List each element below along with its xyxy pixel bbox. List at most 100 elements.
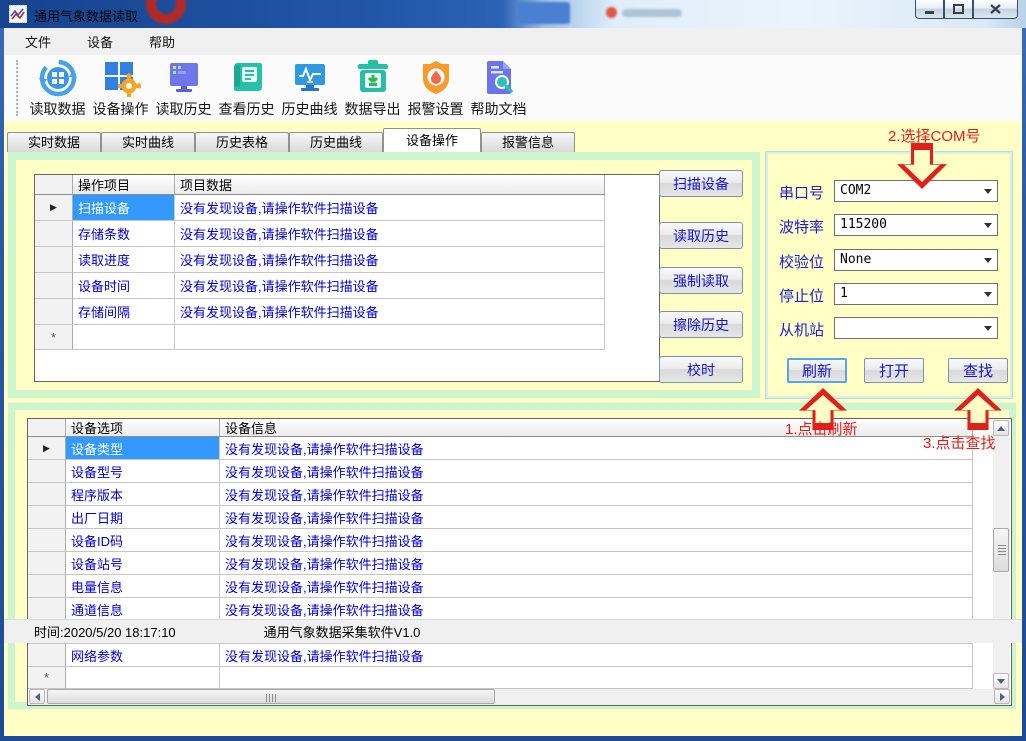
vertical-scrollbar[interactable] bbox=[993, 420, 1010, 689]
vertical-scroll-thumb[interactable] bbox=[993, 528, 1009, 572]
toolbar-button-读取数据[interactable]: 读取数据 bbox=[26, 58, 89, 119]
row-header-cell[interactable]: ▶ bbox=[28, 437, 66, 460]
table-row[interactable]: 存储条数没有发现设备,请操作软件扫描设备 bbox=[35, 221, 659, 247]
table-cell[interactable]: 没有发现设备,请操作软件扫描设备 bbox=[220, 598, 973, 621]
table-cell[interactable]: 没有发现设备,请操作软件扫描设备 bbox=[220, 575, 973, 598]
table-row[interactable]: 读取进度没有发现设备,请操作软件扫描设备 bbox=[35, 247, 659, 273]
table-cell[interactable]: 没有发现设备,请操作软件扫描设备 bbox=[220, 506, 973, 529]
combo-从机站[interactable] bbox=[834, 317, 998, 339]
menu-item-文件[interactable]: 文件 bbox=[18, 29, 58, 54]
action-button-强制读取[interactable]: 强制读取 bbox=[659, 267, 743, 294]
row-header-cell[interactable]: * bbox=[28, 667, 66, 689]
table-cell[interactable] bbox=[175, 325, 605, 350]
menu-item-帮助[interactable]: 帮助 bbox=[142, 29, 182, 54]
column-header-设备选项[interactable]: 设备选项 bbox=[66, 419, 220, 437]
row-header-cell[interactable] bbox=[28, 644, 66, 667]
table-cell[interactable]: 程序版本 bbox=[66, 483, 220, 506]
row-header-cell[interactable] bbox=[35, 221, 73, 247]
table-row[interactable]: ▶扫描设备没有发现设备,请操作软件扫描设备 bbox=[35, 195, 659, 221]
column-header-项目数据[interactable]: 项目数据 bbox=[175, 175, 605, 195]
table-cell[interactable]: 没有发现设备,请操作软件扫描设备 bbox=[220, 529, 973, 552]
horizontal-scrollbar[interactable] bbox=[29, 689, 1010, 705]
tab-实时曲线[interactable]: 实时曲线 bbox=[101, 132, 195, 152]
table-cell[interactable]: 设备类型 bbox=[66, 437, 220, 460]
table-cell[interactable]: 没有发现设备,请操作软件扫描设备 bbox=[220, 437, 973, 460]
table-row[interactable]: 设备型号没有发现设备,请操作软件扫描设备 bbox=[28, 460, 1011, 483]
toolbar-grip-icon[interactable] bbox=[16, 60, 20, 116]
action-button-扫描设备[interactable]: 扫描设备 bbox=[659, 170, 743, 197]
table-row[interactable]: 程序版本没有发现设备,请操作软件扫描设备 bbox=[28, 483, 1011, 506]
maximize-button[interactable] bbox=[944, 0, 973, 19]
row-header-cell[interactable]: * bbox=[35, 325, 73, 350]
table-cell[interactable]: 设备时间 bbox=[73, 273, 175, 299]
row-header-cell[interactable] bbox=[35, 299, 73, 325]
table-cell[interactable]: 没有发现设备,请操作软件扫描设备 bbox=[175, 195, 605, 221]
table-cell[interactable]: 电量信息 bbox=[66, 575, 220, 598]
tab-实时数据[interactable]: 实时数据 bbox=[7, 132, 101, 152]
grid-corner-cell[interactable] bbox=[35, 175, 73, 195]
table-cell[interactable]: 没有发现设备,请操作软件扫描设备 bbox=[220, 483, 973, 506]
table-cell[interactable]: 读取进度 bbox=[73, 247, 175, 273]
row-header-cell[interactable] bbox=[35, 247, 73, 273]
action-button-擦除历史[interactable]: 擦除历史 bbox=[659, 311, 743, 338]
table-new-row[interactable]: * bbox=[28, 667, 1011, 689]
grid-corner-cell[interactable] bbox=[28, 419, 66, 437]
table-cell[interactable]: 扫描设备 bbox=[73, 195, 175, 221]
tab-历史表格[interactable]: 历史表格 bbox=[195, 132, 289, 152]
column-header-设备信息[interactable]: 设备信息 bbox=[220, 419, 973, 437]
toolbar-button-查看历史[interactable]: 查看历史 bbox=[215, 58, 278, 119]
operation-data-grid[interactable]: 操作项目项目数据▶扫描设备没有发现设备,请操作软件扫描设备存储条数没有发现设备,… bbox=[34, 174, 660, 382]
row-header-cell[interactable] bbox=[28, 483, 66, 506]
table-row[interactable]: ▶设备类型没有发现设备,请操作软件扫描设备 bbox=[28, 437, 1011, 460]
settings-button-查找[interactable]: 查找 bbox=[948, 358, 1008, 383]
table-cell[interactable] bbox=[66, 667, 220, 689]
table-cell[interactable]: 存储条数 bbox=[73, 221, 175, 247]
table-row[interactable]: 设备时间没有发现设备,请操作软件扫描设备 bbox=[35, 273, 659, 299]
table-cell[interactable] bbox=[220, 667, 973, 689]
toolbar-button-数据导出[interactable]: 数据导出 bbox=[341, 58, 404, 119]
combo-停止位[interactable]: 1 bbox=[834, 283, 998, 305]
tab-历史曲线[interactable]: 历史曲线 bbox=[289, 132, 383, 152]
table-cell[interactable]: 通道信息 bbox=[66, 598, 220, 621]
action-button-读取历史[interactable]: 读取历史 bbox=[659, 222, 743, 249]
table-cell[interactable]: 没有发现设备,请操作软件扫描设备 bbox=[175, 247, 605, 273]
table-row[interactable]: 通道信息没有发现设备,请操作软件扫描设备 bbox=[28, 598, 1011, 621]
table-row[interactable]: 网络参数没有发现设备,请操作软件扫描设备 bbox=[28, 644, 1011, 667]
settings-button-打开[interactable]: 打开 bbox=[864, 358, 924, 383]
table-cell[interactable] bbox=[73, 325, 175, 350]
table-cell[interactable]: 没有发现设备,请操作软件扫描设备 bbox=[175, 299, 605, 325]
table-cell[interactable]: 设备ID码 bbox=[66, 529, 220, 552]
table-row[interactable]: 设备站号没有发现设备,请操作软件扫描设备 bbox=[28, 552, 1011, 575]
toolbar-button-帮助文档[interactable]: 帮助文档 bbox=[467, 58, 530, 119]
tab-设备操作[interactable]: 设备操作 bbox=[383, 128, 481, 152]
table-cell[interactable]: 出厂日期 bbox=[66, 506, 220, 529]
row-header-cell[interactable] bbox=[28, 552, 66, 575]
row-header-cell[interactable]: ▶ bbox=[35, 195, 73, 221]
row-header-cell[interactable] bbox=[28, 460, 66, 483]
row-header-cell[interactable] bbox=[35, 273, 73, 299]
table-cell[interactable]: 网络参数 bbox=[66, 644, 220, 667]
table-row[interactable]: 电量信息没有发现设备,请操作软件扫描设备 bbox=[28, 575, 1011, 598]
row-header-cell[interactable] bbox=[28, 575, 66, 598]
row-header-cell[interactable] bbox=[28, 598, 66, 621]
scroll-left-button[interactable] bbox=[29, 689, 45, 704]
column-header-操作项目[interactable]: 操作项目 bbox=[73, 175, 175, 195]
table-row[interactable]: 出厂日期没有发现设备,请操作软件扫描设备 bbox=[28, 506, 1011, 529]
table-cell[interactable]: 设备型号 bbox=[66, 460, 220, 483]
table-cell[interactable]: 没有发现设备,请操作软件扫描设备 bbox=[175, 273, 605, 299]
minimize-button[interactable] bbox=[915, 0, 944, 19]
table-cell[interactable]: 设备站号 bbox=[66, 552, 220, 575]
row-header-cell[interactable] bbox=[28, 506, 66, 529]
tab-报警信息[interactable]: 报警信息 bbox=[481, 132, 575, 152]
settings-button-刷新[interactable]: 刷新 bbox=[787, 358, 847, 383]
close-button[interactable] bbox=[973, 0, 1018, 19]
table-cell[interactable]: 没有发现设备,请操作软件扫描设备 bbox=[220, 552, 973, 575]
scroll-down-button[interactable] bbox=[993, 673, 1009, 689]
table-cell[interactable]: 没有发现设备,请操作软件扫描设备 bbox=[220, 644, 973, 667]
menu-item-设备[interactable]: 设备 bbox=[80, 29, 120, 54]
toolbar-button-历史曲线[interactable]: 历史曲线 bbox=[278, 58, 341, 119]
table-cell[interactable]: 存储间隔 bbox=[73, 299, 175, 325]
device-info-grid[interactable]: 设备选项设备信息▶设备类型没有发现设备,请操作软件扫描设备设备型号没有发现设备,… bbox=[27, 418, 1012, 706]
row-header-cell[interactable] bbox=[28, 529, 66, 552]
toolbar-button-读取历史[interactable]: 读取历史 bbox=[152, 58, 215, 119]
